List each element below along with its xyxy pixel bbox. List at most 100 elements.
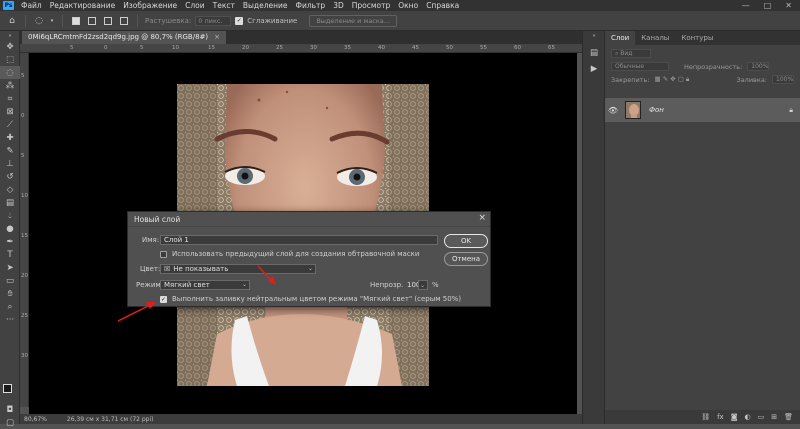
close-window-icon[interactable]: ✕ <box>785 1 792 10</box>
cancel-button[interactable]: Отмена <box>444 252 488 266</box>
subtract-selection-icon[interactable] <box>102 15 114 27</box>
menu-image[interactable]: Изображение <box>119 1 181 10</box>
dodge-tool-icon[interactable]: ● <box>0 222 20 235</box>
layer-kind-filter[interactable]: ⌕ Вид <box>611 49 651 58</box>
add-selection-icon[interactable] <box>86 15 98 27</box>
photoshop-logo-icon: Ps <box>3 1 14 10</box>
name-label: Имя: <box>142 236 160 244</box>
move-tool-icon[interactable]: ✥ <box>0 40 20 53</box>
ruler-tick: 50 <box>446 45 453 51</box>
lock-icon[interactable]: 🔒︎ <box>789 106 793 115</box>
clone-stamp-tool-icon[interactable]: ⊥ <box>0 157 20 170</box>
tab-layers[interactable]: Слои <box>605 31 636 45</box>
lasso-tool-icon[interactable]: ◌ <box>0 66 20 79</box>
eyedropper-tool-icon[interactable]: ⟋ <box>0 118 20 131</box>
new-group-icon[interactable]: ▭ <box>758 413 765 421</box>
ruler-tick: 35 <box>344 45 351 51</box>
pen-tool-icon[interactable]: ✒ <box>0 235 20 248</box>
shape-tool-icon[interactable]: ▭ <box>0 274 20 287</box>
ruler-tick: 45 <box>412 45 419 51</box>
menu-help[interactable]: Справка <box>422 1 463 10</box>
history-panel-icon[interactable]: ▤ <box>583 45 605 61</box>
gradient-tool-icon[interactable]: ▤ <box>0 196 20 209</box>
lock-icons[interactable]: ▦ ✎ ✥ ▢ 🔒︎ <box>654 75 689 84</box>
lock-label: Закрепить: <box>611 75 650 84</box>
menu-3d[interactable]: 3D <box>329 1 348 10</box>
minimize-icon[interactable]: — <box>742 1 750 10</box>
close-tab-icon[interactable]: × <box>214 33 220 41</box>
tab-channels[interactable]: Каналы <box>635 31 675 45</box>
menu-layers[interactable]: Слои <box>181 1 209 10</box>
menu-edit[interactable]: Редактирование <box>46 1 119 10</box>
quick-mask-icon[interactable]: ◘ <box>0 403 20 416</box>
antialias-checkbox[interactable]: ✓ <box>235 16 244 25</box>
actions-panel-icon[interactable]: ▶ <box>583 61 605 77</box>
blur-tool-icon[interactable]: 💧︎ <box>0 209 20 222</box>
opacity-input[interactable]: 100% <box>747 62 770 71</box>
menu-window[interactable]: Окно <box>394 1 422 10</box>
zoom-tool-icon[interactable]: ⌕ <box>0 300 20 313</box>
foreground-color-swatch[interactable] <box>3 384 12 393</box>
opacity-dropdown[interactable]: ⌄ <box>418 280 428 290</box>
document-tab[interactable]: 0Mi6qLRCmtmFd2zsd2qd9g.jpg @ 80,7% (RGB/… <box>22 31 227 44</box>
lasso-tool-icon[interactable]: ◌ <box>33 15 45 27</box>
eraser-tool-icon[interactable]: ◇ <box>0 183 20 196</box>
layer-row-background[interactable]: 👁︎ Фон 🔒︎ <box>605 98 800 122</box>
brush-tool-icon[interactable]: ✎ <box>0 144 20 157</box>
path-selection-tool-icon[interactable]: ➤ <box>0 261 20 274</box>
screen-mode-icon[interactable]: ▢ <box>0 416 20 429</box>
add-mask-icon[interactable]: ◙ <box>731 413 738 421</box>
menu-view[interactable]: Просмотр <box>348 1 395 10</box>
menu-filter[interactable]: Фильтр <box>292 1 330 10</box>
layers-panel-footer: ⛓ fx ◙ ◐ ▭ ⊞ 🗑︎ <box>605 410 800 424</box>
marquee-tool-icon[interactable]: ⬚ <box>0 53 20 66</box>
use-previous-layer-label: Использовать предыдущий слой для создани… <box>172 250 420 258</box>
menu-select[interactable]: Выделение <box>239 1 292 10</box>
fill-input[interactable]: 100% <box>772 75 794 84</box>
feather-input[interactable]: 0 пикс. <box>195 15 232 26</box>
select-and-mask-button[interactable]: Выделение и маска... <box>309 14 397 27</box>
ruler-tick: 0 <box>21 113 25 119</box>
crop-tool-icon[interactable]: ⌗ <box>0 92 20 105</box>
eye-icon[interactable]: 👁︎ <box>605 106 621 115</box>
new-layer-icon[interactable]: ⊞ <box>771 413 777 421</box>
ruler-tick: 55 <box>480 45 487 51</box>
color-select[interactable]: ☒ Не показывать ⌄ <box>160 264 316 274</box>
close-icon[interactable]: × <box>478 213 486 223</box>
zoom-level[interactable]: 80,67% <box>24 416 47 423</box>
fill-neutral-checkbox[interactable]: ✓ <box>160 296 167 303</box>
collapse-icon[interactable]: » <box>0 31 20 40</box>
maximize-icon[interactable]: □ <box>764 1 772 10</box>
layer-filter-row: ⌕ Вид <box>605 47 800 60</box>
collapse-panels-icon[interactable]: « <box>583 31 605 41</box>
intersect-selection-icon[interactable] <box>118 15 130 27</box>
new-selection-icon[interactable] <box>70 15 82 27</box>
menu-file[interactable]: Файл <box>17 1 46 10</box>
chevron-down-icon[interactable]: ▾ <box>49 15 55 27</box>
window-controls: — □ ✕ <box>742 1 800 10</box>
chevron-down-icon: ⌄ <box>307 265 313 272</box>
tab-paths[interactable]: Контуры <box>675 31 719 45</box>
hand-tool-icon[interactable]: ✋︎ <box>0 287 20 300</box>
fx-icon[interactable]: fx <box>717 413 724 421</box>
more-tools-icon[interactable]: ··· <box>0 313 20 326</box>
quick-select-tool-icon[interactable]: ⁂ <box>0 79 20 92</box>
healing-brush-tool-icon[interactable]: ✚ <box>0 131 20 144</box>
layer-name-input[interactable]: Слой 1 <box>160 235 438 245</box>
trash-icon[interactable]: 🗑︎ <box>784 413 793 421</box>
ok-button[interactable]: OK <box>444 234 488 248</box>
frame-tool-icon[interactable]: ⊠ <box>0 105 20 118</box>
adjustment-layer-icon[interactable]: ◐ <box>745 413 751 421</box>
options-bar: ⌂ ◌ ▾ Растушевка: 0 пикс. ✓ Сглаживание … <box>0 11 800 31</box>
blend-mode-select[interactable]: Обычные <box>611 62 669 71</box>
link-layers-icon[interactable]: ⛓ <box>701 413 710 421</box>
history-brush-tool-icon[interactable]: ↺ <box>0 170 20 183</box>
mode-label: Режим: <box>136 281 164 289</box>
home-icon[interactable]: ⌂ <box>6 15 18 27</box>
opacity-unit: % <box>432 281 439 289</box>
layer-name[interactable]: Фон <box>649 106 664 114</box>
menu-type[interactable]: Текст <box>209 1 239 10</box>
blend-mode-select[interactable]: Мягкий свет ⌄ <box>160 280 250 290</box>
use-previous-layer-checkbox[interactable] <box>160 251 167 258</box>
type-tool-icon[interactable]: T <box>0 248 20 261</box>
